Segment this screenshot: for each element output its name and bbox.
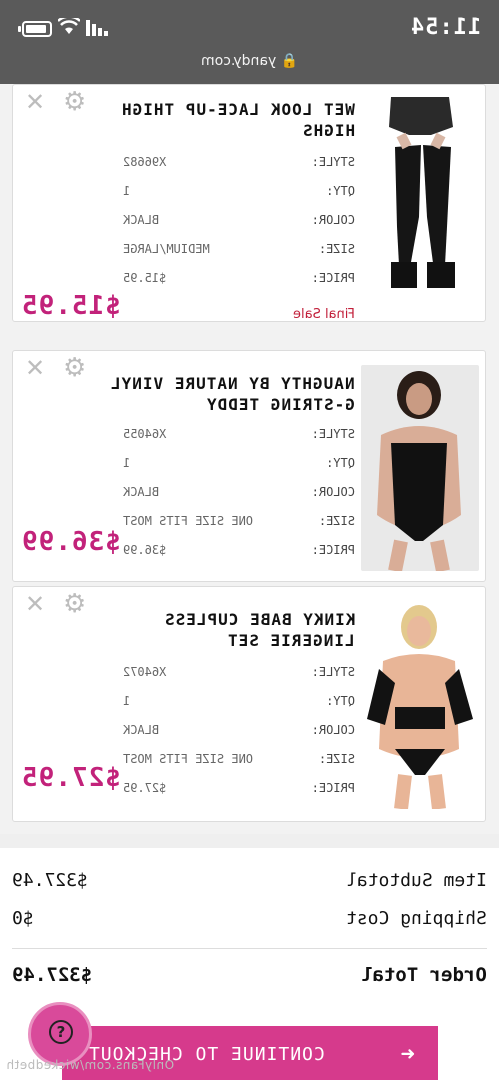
- subtotal-row: Item Subtotal $327.49: [12, 870, 487, 898]
- spec-row: STYLE: X64055: [123, 427, 355, 441]
- spec-row: STYLE: X96682: [123, 155, 355, 169]
- shipping-value: $0: [12, 908, 34, 929]
- product-image[interactable]: [361, 599, 479, 809]
- item-title[interactable]: NAUGHTY BY NATURE VINYL G-STRING TEDDY: [65, 373, 355, 415]
- watermark: OnlyFans.com/wickedbeth: [6, 1058, 175, 1072]
- remove-item-icon[interactable]: ✕: [25, 356, 45, 380]
- help-button[interactable]: ?: [28, 1002, 92, 1066]
- spec-row: PRICE: $36.99: [123, 543, 355, 557]
- product-image[interactable]: [361, 87, 479, 297]
- spec-row: COLOR: BLACK: [123, 485, 355, 499]
- subtotal-label: Item Subtotal: [346, 870, 487, 891]
- spec-row: PRICE: $15.95: [123, 271, 355, 285]
- shipping-label: Shipping Cost: [346, 908, 487, 929]
- url-bar[interactable]: 🔒 yandy.com: [0, 53, 499, 69]
- cart-item: ✕ ⚙ NAUGHTY BY NATURE VINYL G-STRING TED…: [12, 350, 486, 582]
- spec-row: QTY: 1: [123, 184, 355, 198]
- cart-items: ✕ ⚙ WET LOOK LACE-UP THIGH HIGHS STYLE: X…: [0, 84, 499, 834]
- product-image[interactable]: [361, 365, 479, 571]
- order-total-label: Order Total: [361, 964, 487, 986]
- remove-item-icon[interactable]: ✕: [25, 90, 45, 114]
- cart-item: ✕ ⚙ KINKY BABE CUPLESS LINGERIE SET STYL…: [12, 586, 486, 822]
- cart-item: ✕ ⚙ WET LOOK LACE-UP THIGH HIGHS STYLE: X…: [12, 84, 486, 322]
- status-bar: 11:54 🔒 yandy.com: [0, 0, 499, 84]
- order-total-row: Order Total $327.49: [12, 964, 487, 992]
- question-icon: ?: [49, 1020, 73, 1044]
- signal-icon: [86, 20, 108, 36]
- spec-row: SIZE: ONE SIZE FITS MOST: [123, 752, 355, 766]
- spec-row: STYLE: X64072: [123, 665, 355, 679]
- divider: [12, 948, 487, 949]
- order-total-value: $327.49: [12, 964, 93, 986]
- item-title[interactable]: WET LOOK LACE-UP THIGH HIGHS: [65, 99, 355, 141]
- wifi-icon: [58, 18, 80, 34]
- spec-row: SIZE: MEDIUM/LARGE: [123, 242, 355, 256]
- spec-row: QTY: 1: [123, 456, 355, 470]
- item-total-price: $36.99: [21, 527, 121, 557]
- spec-row: PRICE: $27.95: [123, 781, 355, 795]
- remove-item-icon[interactable]: ✕: [25, 592, 45, 616]
- item-title[interactable]: KINKY BABE CUPLESS LINGERIE SET: [65, 609, 355, 651]
- spec-row: COLOR: BLACK: [123, 723, 355, 737]
- spec-row: QTY: 1: [123, 694, 355, 708]
- final-sale-label: Final Sale: [293, 307, 355, 322]
- item-total-price: $15.95: [21, 291, 121, 321]
- subtotal-value: $327.49: [12, 870, 88, 891]
- clock: 11:54: [410, 15, 482, 40]
- shipping-row: Shipping Cost $0: [12, 908, 487, 936]
- spec-row: COLOR: BLACK: [123, 213, 355, 227]
- spec-row: SIZE: ONE SIZE FITS MOST: [123, 514, 355, 528]
- battery-icon: [22, 21, 52, 37]
- arrow-left-icon: ➜: [400, 1040, 416, 1068]
- item-total-price: $27.95: [21, 763, 121, 793]
